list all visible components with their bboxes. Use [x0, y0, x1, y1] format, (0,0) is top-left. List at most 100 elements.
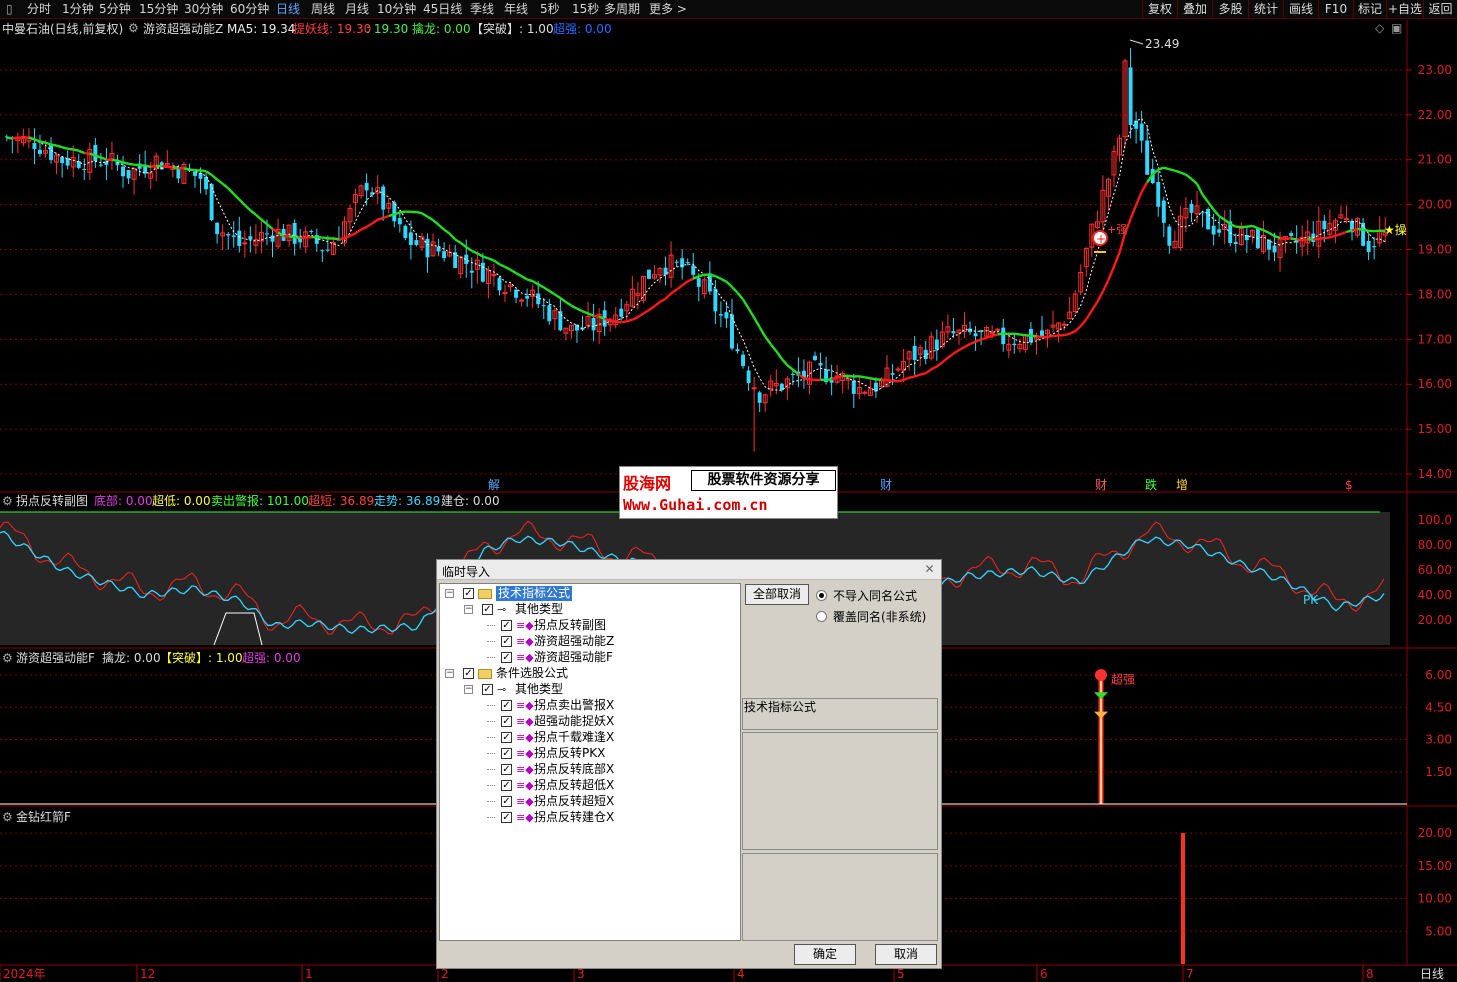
- tiyao-line: [34, 138, 41, 143]
- checkbox[interactable]: ✓: [501, 796, 512, 807]
- tree-connector: [487, 737, 495, 738]
- candle-body: [425, 238, 430, 258]
- ok-button[interactable]: 确定: [794, 944, 856, 965]
- tiyao-line: [249, 209, 257, 216]
- tree-node[interactable]: ✓ ≡◆ 游资超强动能Z: [440, 634, 740, 650]
- qinlong-value: 擒龙: 0.00: [412, 22, 471, 36]
- tree-connector: [487, 817, 495, 818]
- candle-body: [895, 368, 901, 371]
- tree-node[interactable]: ✓ ≡◆ 超强动能捉妖X: [440, 714, 740, 730]
- collapse-icon[interactable]: −: [464, 685, 473, 694]
- formula-icon: ≡◆: [516, 699, 534, 712]
- chaoqiang-marker: 超强: [1111, 671, 1135, 686]
- candle-body: [1211, 225, 1216, 235]
- tree-node[interactable]: ✓ ≡◆ 拐点反转PKX: [440, 746, 740, 762]
- tiyao-line: [786, 364, 794, 371]
- tree-node[interactable]: ✓ ≡◆ 拐点反转底部X: [440, 762, 740, 778]
- sub3-name[interactable]: 金钻红箭F: [16, 810, 71, 824]
- checkbox[interactable]: ✓: [501, 764, 512, 775]
- tiyao-line: [454, 238, 462, 244]
- tree-node[interactable]: − ✓ ⊸ 其他类型: [440, 682, 740, 698]
- checkbox[interactable]: ✓: [501, 812, 512, 823]
- checkbox[interactable]: ✓: [482, 604, 493, 615]
- cancel-button[interactable]: 取消: [875, 944, 937, 965]
- tree-node[interactable]: − ✓ 条件选股公式: [440, 666, 740, 682]
- formula-info-box: 技术指标公式: [742, 698, 938, 730]
- candle-body: [414, 240, 419, 246]
- tree-node[interactable]: ✓ ≡◆ 拐点反转超低X: [440, 778, 740, 794]
- checkbox[interactable]: ✓: [463, 588, 474, 599]
- tiyao-line: [803, 377, 810, 381]
- sub2-settings-icon[interactable]: ⚙: [2, 651, 13, 665]
- tree-node[interactable]: ✓ ≡◆ 拐点反转超短X: [440, 794, 740, 810]
- checkbox[interactable]: ✓: [501, 732, 512, 743]
- zoushi-value: 走势: 36.89: [374, 494, 441, 508]
- close-icon[interactable]: ✕: [922, 562, 937, 577]
- checkbox[interactable]: ✓: [501, 620, 512, 631]
- candle-body: [890, 373, 895, 375]
- tree-node[interactable]: − ✓ 技术指标公式: [440, 586, 740, 602]
- sub3-settings-icon[interactable]: ⚙: [2, 810, 13, 824]
- panel-toggle-icon[interactable]: ▣: [1391, 21, 1402, 35]
- checkbox[interactable]: ✓: [501, 636, 512, 647]
- candle-body: [497, 277, 502, 291]
- tiyao-line: [221, 182, 229, 190]
- tiyao-line: [836, 374, 844, 379]
- candle-body: [685, 262, 690, 264]
- radio-no-import-same[interactable]: 不导入同名公式: [816, 587, 917, 604]
- candle-body: [231, 235, 236, 237]
- tree-node[interactable]: ✓ ≡◆ 拐点卖出警报X: [440, 698, 740, 714]
- tree-node[interactable]: − ✓ ⊸ 其他类型: [440, 602, 740, 618]
- collapse-icon[interactable]: −: [445, 669, 454, 678]
- indicator-name[interactable]: 游资超强动能Z: [143, 22, 223, 36]
- candle-body: [1012, 343, 1017, 346]
- cancel-all-button[interactable]: 全部取消: [745, 584, 809, 605]
- checkbox[interactable]: ✓: [501, 716, 512, 727]
- watermark-banner: 股海网 股票软件资源分享 Www.Guhai.com.cn: [619, 466, 838, 519]
- tiyao-line: [1318, 236, 1325, 240]
- tiyao-line: [1135, 191, 1143, 206]
- checkbox[interactable]: ✓: [501, 748, 512, 759]
- sub1-name[interactable]: 拐点反转副图: [16, 494, 88, 508]
- sub2-tick-label: 3.00: [1425, 733, 1452, 747]
- checkbox[interactable]: ✓: [482, 684, 493, 695]
- tree-node[interactable]: ✓ ≡◆ 拐点反转副图: [440, 618, 740, 634]
- sub2-name[interactable]: 游资超强动能F: [16, 651, 95, 665]
- collapse-icon[interactable]: −: [464, 605, 473, 614]
- candle-body: [757, 392, 762, 403]
- tiyao-line: [963, 342, 971, 349]
- candle-body: [204, 176, 209, 190]
- candle-body: [364, 182, 369, 191]
- settings-icon[interactable]: ⚙: [128, 21, 139, 35]
- tiyao-line: [377, 216, 384, 221]
- tiyao-line: [559, 296, 567, 303]
- tree-node[interactable]: ✓ ≡◆ 拐点千载难逢X: [440, 730, 740, 746]
- sub1-settings-icon[interactable]: ⚙: [2, 494, 13, 508]
- candle-body: [32, 143, 37, 150]
- checkbox[interactable]: ✓: [501, 700, 512, 711]
- diamond-icon[interactable]: ◇: [1375, 21, 1384, 35]
- tiyao-line: [216, 178, 224, 185]
- checkbox[interactable]: ✓: [501, 652, 512, 663]
- tiyao-line: [1279, 236, 1286, 240]
- candle-body: [264, 233, 269, 235]
- candle-body: [1267, 239, 1271, 250]
- tree-connector: [487, 785, 495, 786]
- tiyao-line: [1290, 237, 1297, 241]
- tree-node[interactable]: ✓ ≡◆ 拐点反转建仓X: [440, 810, 740, 826]
- tiyao-line: [969, 340, 977, 346]
- candle-body: [1200, 212, 1205, 214]
- tiyao-line: [621, 320, 628, 324]
- radio-overwrite-same[interactable]: 覆盖同名(非系统): [816, 608, 926, 625]
- tree-connector: [487, 705, 495, 706]
- stock-title: 中曼石油(日线,前复权): [2, 22, 124, 36]
- checkbox[interactable]: ✓: [463, 668, 474, 679]
- collapse-icon[interactable]: −: [445, 589, 454, 598]
- tree-node[interactable]: ✓ ≡◆ 游资超强动能F: [440, 650, 740, 666]
- checkbox[interactable]: ✓: [501, 780, 512, 791]
- formula-icon: ≡◆: [516, 731, 534, 744]
- candle-body: [1344, 218, 1349, 221]
- tiyao-line: [338, 237, 345, 241]
- formula-tree[interactable]: − ✓ 技术指标公式 − ✓ ⊸ 其他类型 ✓ ≡◆ 拐点反转副图 ✓ ≡◆ 游资超强动能Z ✓ ≡◆ 游资超…: [439, 583, 741, 941]
- tiyao-line: [653, 300, 661, 308]
